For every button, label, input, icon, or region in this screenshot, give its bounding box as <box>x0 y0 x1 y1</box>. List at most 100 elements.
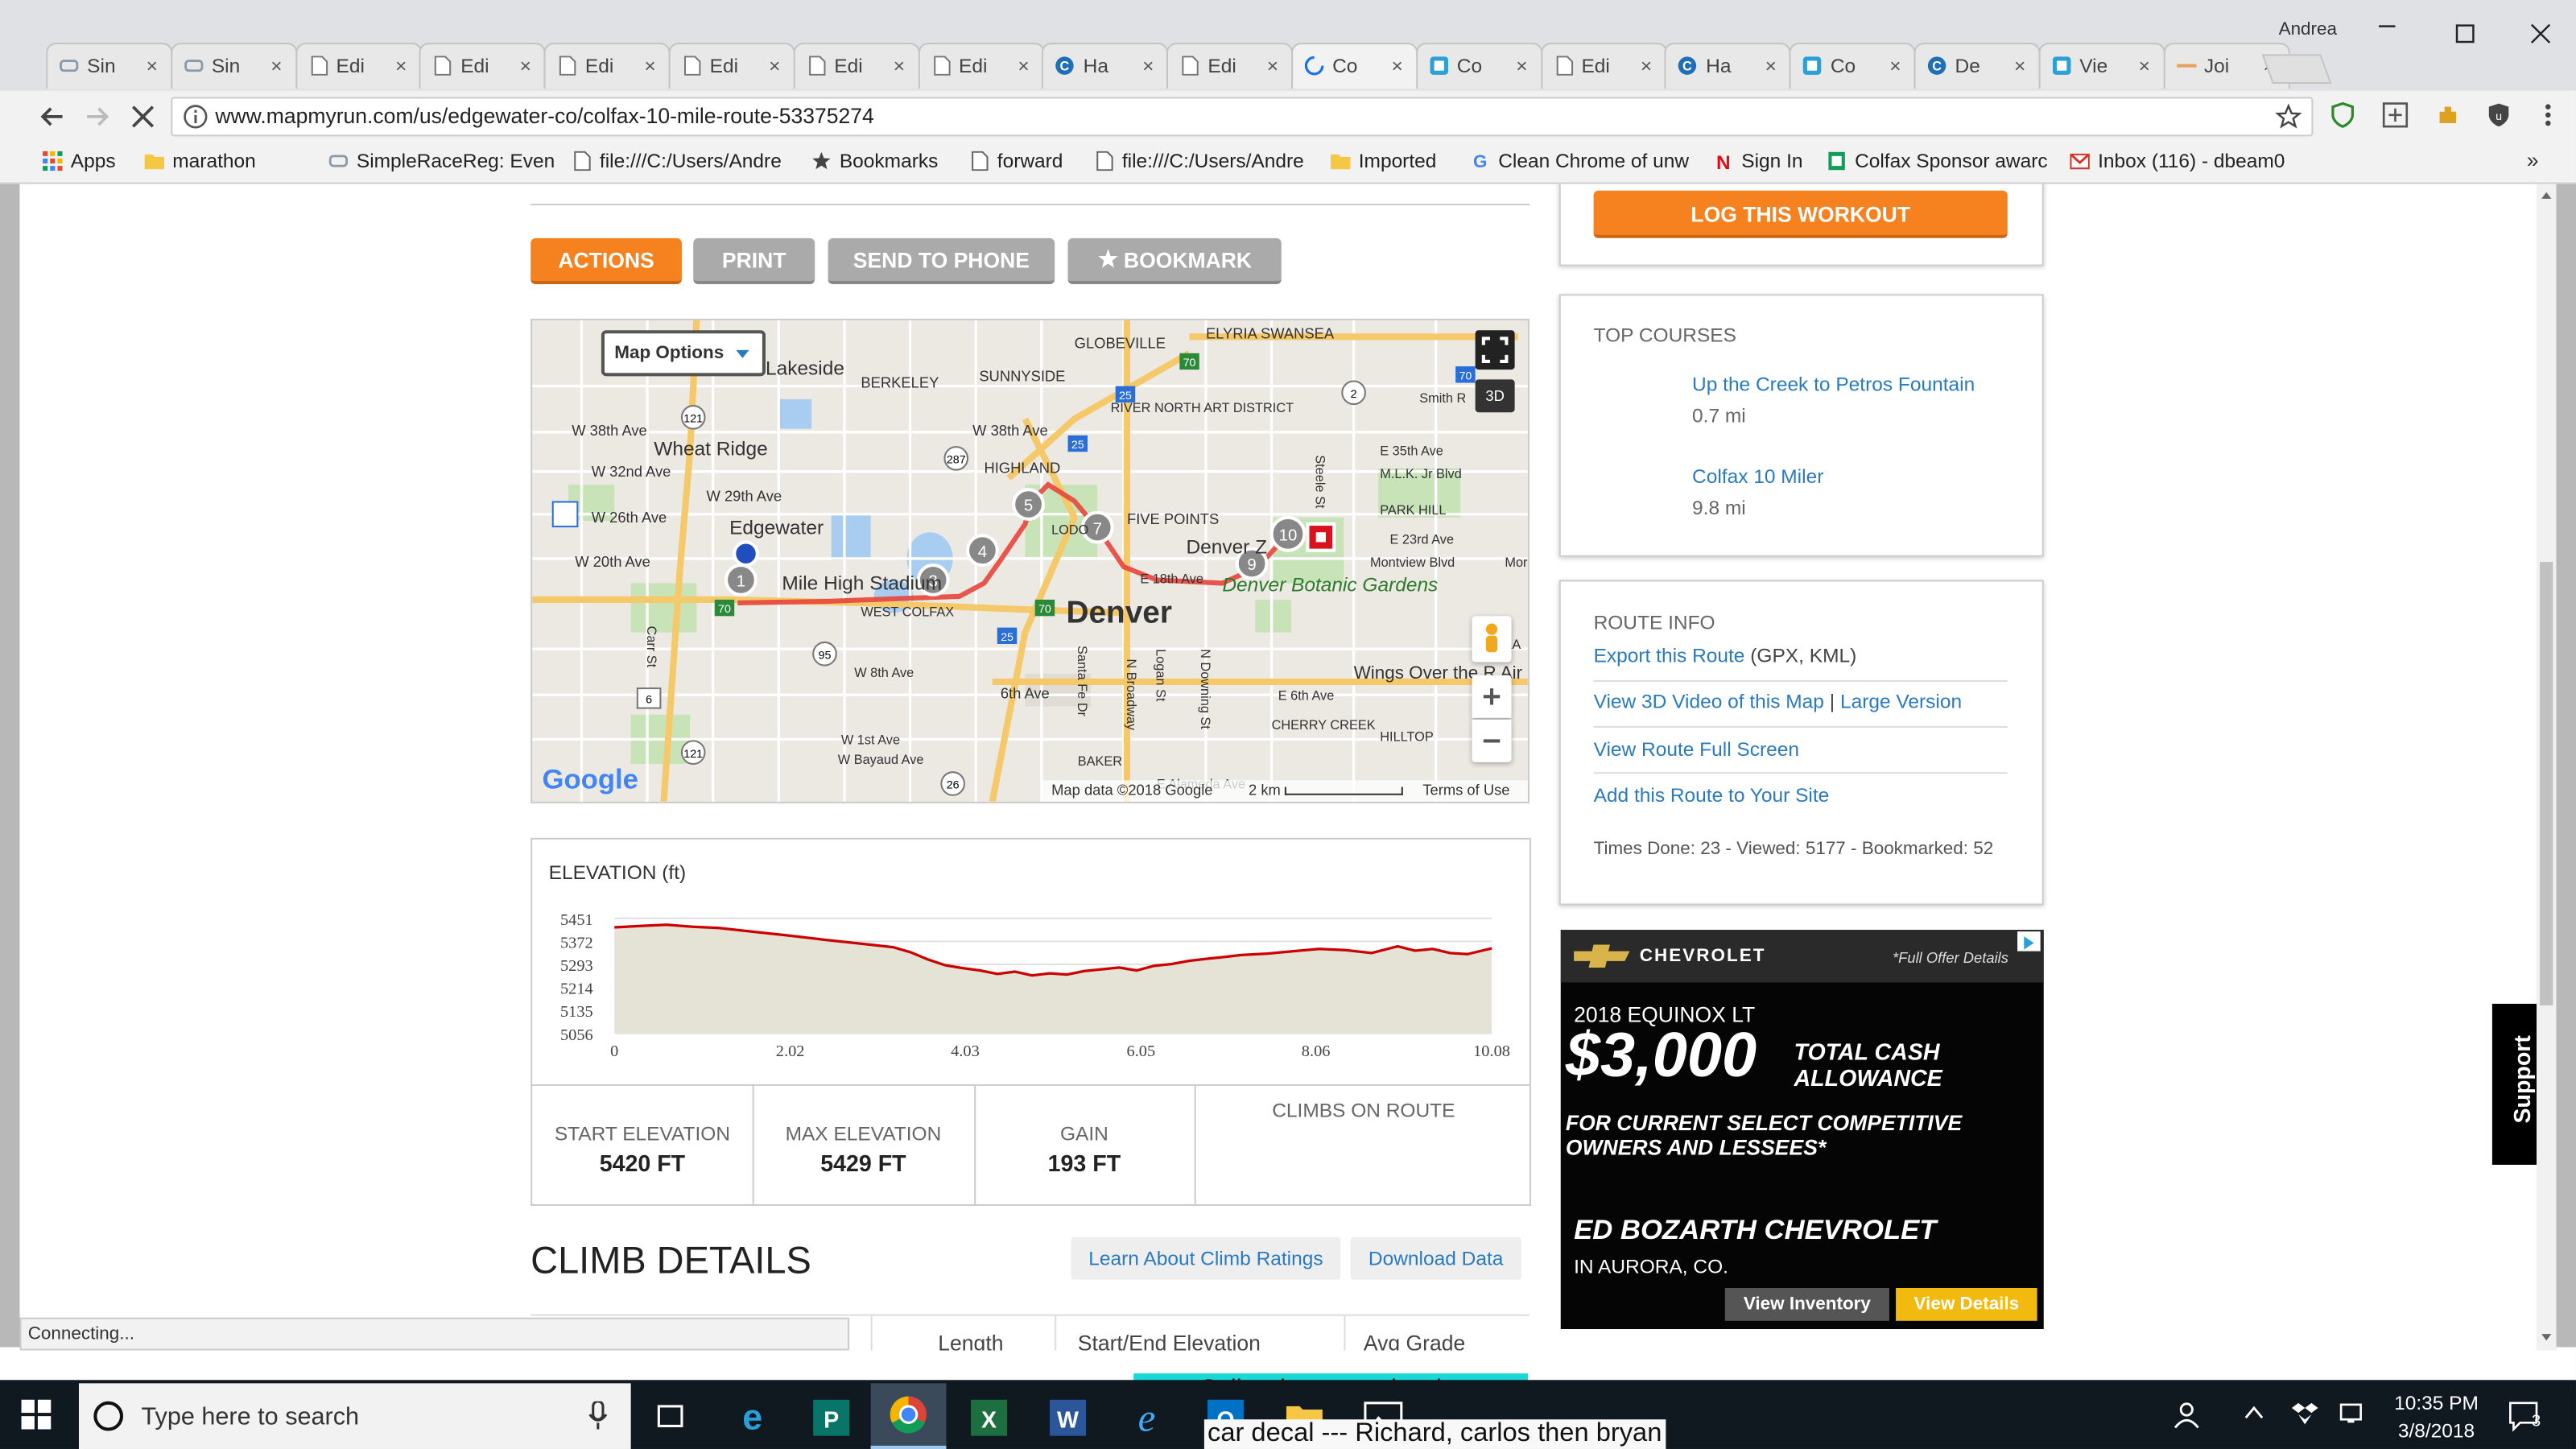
scrollbar-up-arrow-icon[interactable] <box>2541 192 2552 199</box>
word-icon[interactable]: W <box>1043 1393 1092 1443</box>
log-workout-button[interactable]: LOG THIS WORKOUT <box>1593 190 2008 238</box>
bookmark-item[interactable]: Colfax Sponsor awarc <box>1827 150 2048 172</box>
task-view-icon[interactable] <box>654 1400 687 1433</box>
tab-close-icon[interactable]: × <box>270 44 282 87</box>
profile-name[interactable]: Andrea <box>2279 19 2337 39</box>
ad-choices-icon[interactable] <box>2017 931 2041 952</box>
route-map[interactable]: 1 3 4 5 7 9 10 Lakeside BERKELEY SUNNYSI… <box>530 318 1530 803</box>
stop-button[interactable] <box>128 102 158 132</box>
send-to-phone-button[interactable]: SEND TO PHONE <box>828 237 1055 285</box>
minimize-button[interactable] <box>2376 13 2399 36</box>
bookmark-button[interactable]: BOOKMARK <box>1067 237 1282 285</box>
fullscreen-button[interactable] <box>1475 330 1515 370</box>
print-button[interactable]: PRINT <box>693 237 815 285</box>
bookmark-item[interactable]: file:///C:/Users/Andre <box>1094 150 1304 172</box>
view-inventory-button[interactable]: View Inventory <box>1724 1287 1889 1321</box>
elevation-chart[interactable]: 5451 5372 5293 5214 5135 5056 0 2.02 4.03 6.05 8.0… <box>532 902 1517 1066</box>
publisher-icon[interactable]: P <box>807 1393 856 1443</box>
excel-icon[interactable]: X <box>964 1393 1013 1443</box>
maximize-button[interactable] <box>2454 23 2478 47</box>
tab-close-icon[interactable]: × <box>520 44 531 87</box>
browser-tab[interactable]: C Ha × <box>1665 43 1792 89</box>
tab-close-icon[interactable]: × <box>894 44 905 87</box>
actions-button[interactable]: ACTIONS <box>530 237 682 285</box>
extension-ublock-icon[interactable]: u <box>2486 102 2512 129</box>
extension-grid-icon[interactable] <box>2382 102 2409 129</box>
browser-tab[interactable]: C Ha × <box>1042 43 1169 89</box>
bookmark-item[interactable]: N Sign In <box>1714 150 1803 173</box>
tab-close-icon[interactable]: × <box>1392 44 1403 87</box>
column-header-length[interactable]: Length <box>938 1331 1003 1350</box>
browser-tab[interactable]: Edi × <box>1540 43 1667 89</box>
scrollbar-thumb[interactable] <box>2540 561 2553 1005</box>
map-terms-link[interactable]: Terms of Use <box>1422 780 1509 802</box>
map-options-dropdown[interactable]: Map Options <box>601 330 766 377</box>
browser-tab[interactable]: Co × <box>1415 43 1542 89</box>
download-data-button[interactable]: Download Data <box>1350 1236 1521 1280</box>
bookmarks-overflow-button[interactable]: » <box>2527 148 2539 173</box>
course-link[interactable]: Up the Creek to Petros Fountain <box>1692 373 1975 396</box>
clock[interactable]: 10:35 PM 3/8/2018 <box>2385 1390 2487 1446</box>
map-canvas[interactable]: 1 3 4 5 7 9 10 Lakeside BERKELEY SUNNYSI… <box>532 320 1528 802</box>
3d-toggle-button[interactable]: 3D <box>1475 379 1515 413</box>
chevrolet-ad[interactable]: CHEVROLET *Full Offer Details 2018 EQUIN… <box>1560 930 2044 1330</box>
tab-close-icon[interactable]: × <box>769 44 780 87</box>
tab-close-icon[interactable]: × <box>1267 44 1278 87</box>
browser-tab[interactable]: Edi × <box>668 43 795 89</box>
close-window-button[interactable] <box>2530 23 2553 47</box>
zoom-in-button[interactable] <box>1472 675 1512 718</box>
address-bar[interactable]: www.mapmyrun.com/us/edgewater-co/colfax-… <box>171 97 2314 137</box>
view-3d-video-link[interactable]: View 3D Video of this Map <box>1594 690 1824 713</box>
dropbox-icon[interactable] <box>2291 1400 2318 1426</box>
large-version-link[interactable]: Large Version <box>1840 690 1962 713</box>
bookmark-item[interactable]: Bookmarks <box>811 150 938 172</box>
google-logo[interactable]: Google <box>542 764 638 797</box>
browser-tab[interactable]: C De × <box>1913 43 2041 89</box>
internet-explorer-icon[interactable]: e <box>1122 1393 1171 1443</box>
browser-tab[interactable]: Edi × <box>1166 43 1294 89</box>
browser-tab[interactable]: Co × <box>1789 43 1916 89</box>
add-to-site-link[interactable]: Add this Route to Your Site <box>1594 783 1830 807</box>
view-details-button[interactable]: View Details <box>1896 1287 2037 1321</box>
tab-close-icon[interactable]: × <box>147 44 158 87</box>
start-pin-icon[interactable] <box>733 540 759 568</box>
page-scrollbar[interactable] <box>2536 184 2557 1351</box>
tab-close-icon[interactable]: × <box>2139 44 2150 87</box>
chrome-taskbar-button[interactable] <box>870 1383 947 1449</box>
learn-climb-ratings-button[interactable]: Learn About Climb Ratings <box>1071 1236 1341 1280</box>
browser-tab[interactable]: Edi × <box>295 43 422 89</box>
view-full-screen-link[interactable]: View Route Full Screen <box>1594 737 1799 761</box>
browser-tab[interactable]: Edi × <box>793 43 920 89</box>
microphone-icon[interactable] <box>588 1401 608 1431</box>
tab-close-icon[interactable]: × <box>1018 44 1029 87</box>
browser-tab[interactable]: Sin × <box>46 43 173 89</box>
street-view-pegman-icon[interactable] <box>1472 616 1512 663</box>
new-tab-button[interactable] <box>2261 54 2332 85</box>
bookmark-item[interactable]: forward <box>969 150 1063 172</box>
bookmark-star-icon[interactable] <box>2275 103 2302 130</box>
people-icon[interactable] <box>2172 1400 2202 1430</box>
course-link[interactable]: Colfax 10 Miler <box>1692 465 1823 489</box>
extension-shield-icon[interactable] <box>2330 101 2356 129</box>
browser-tab[interactable]: Co × <box>1291 43 1418 89</box>
tab-close-icon[interactable]: × <box>1142 44 1154 87</box>
back-button[interactable] <box>38 102 68 132</box>
bookmark-item[interactable]: file:///C:/Users/Andre <box>572 150 782 172</box>
bookmark-item[interactable]: Apps <box>43 150 116 172</box>
tab-close-icon[interactable]: × <box>1641 44 1652 87</box>
url-text[interactable]: www.mapmyrun.com/us/edgewater-co/colfax-… <box>215 98 873 134</box>
taskbar-search-box[interactable]: Type here to search <box>78 1383 631 1449</box>
export-route-link[interactable]: Export this Route <box>1594 644 1745 667</box>
tab-close-icon[interactable]: × <box>2014 44 2025 87</box>
map-tool-icon[interactable] <box>551 501 579 528</box>
browser-menu-button[interactable] <box>2540 102 2556 129</box>
scrollbar-down-arrow-icon[interactable] <box>2541 1334 2552 1341</box>
zoom-out-button[interactable] <box>1472 719 1512 762</box>
bookmark-item[interactable]: G Clean Chrome of unw <box>1471 150 1689 173</box>
info-icon[interactable] <box>183 104 209 130</box>
column-header-elevation[interactable]: Start/End Elevation <box>1078 1331 1261 1350</box>
tab-close-icon[interactable]: × <box>1889 44 1901 87</box>
bookmark-item[interactable]: Inbox (116) - dbeam0 <box>2070 150 2285 172</box>
tab-close-icon[interactable]: × <box>1516 44 1527 87</box>
browser-tab[interactable]: Edi × <box>917 43 1045 89</box>
